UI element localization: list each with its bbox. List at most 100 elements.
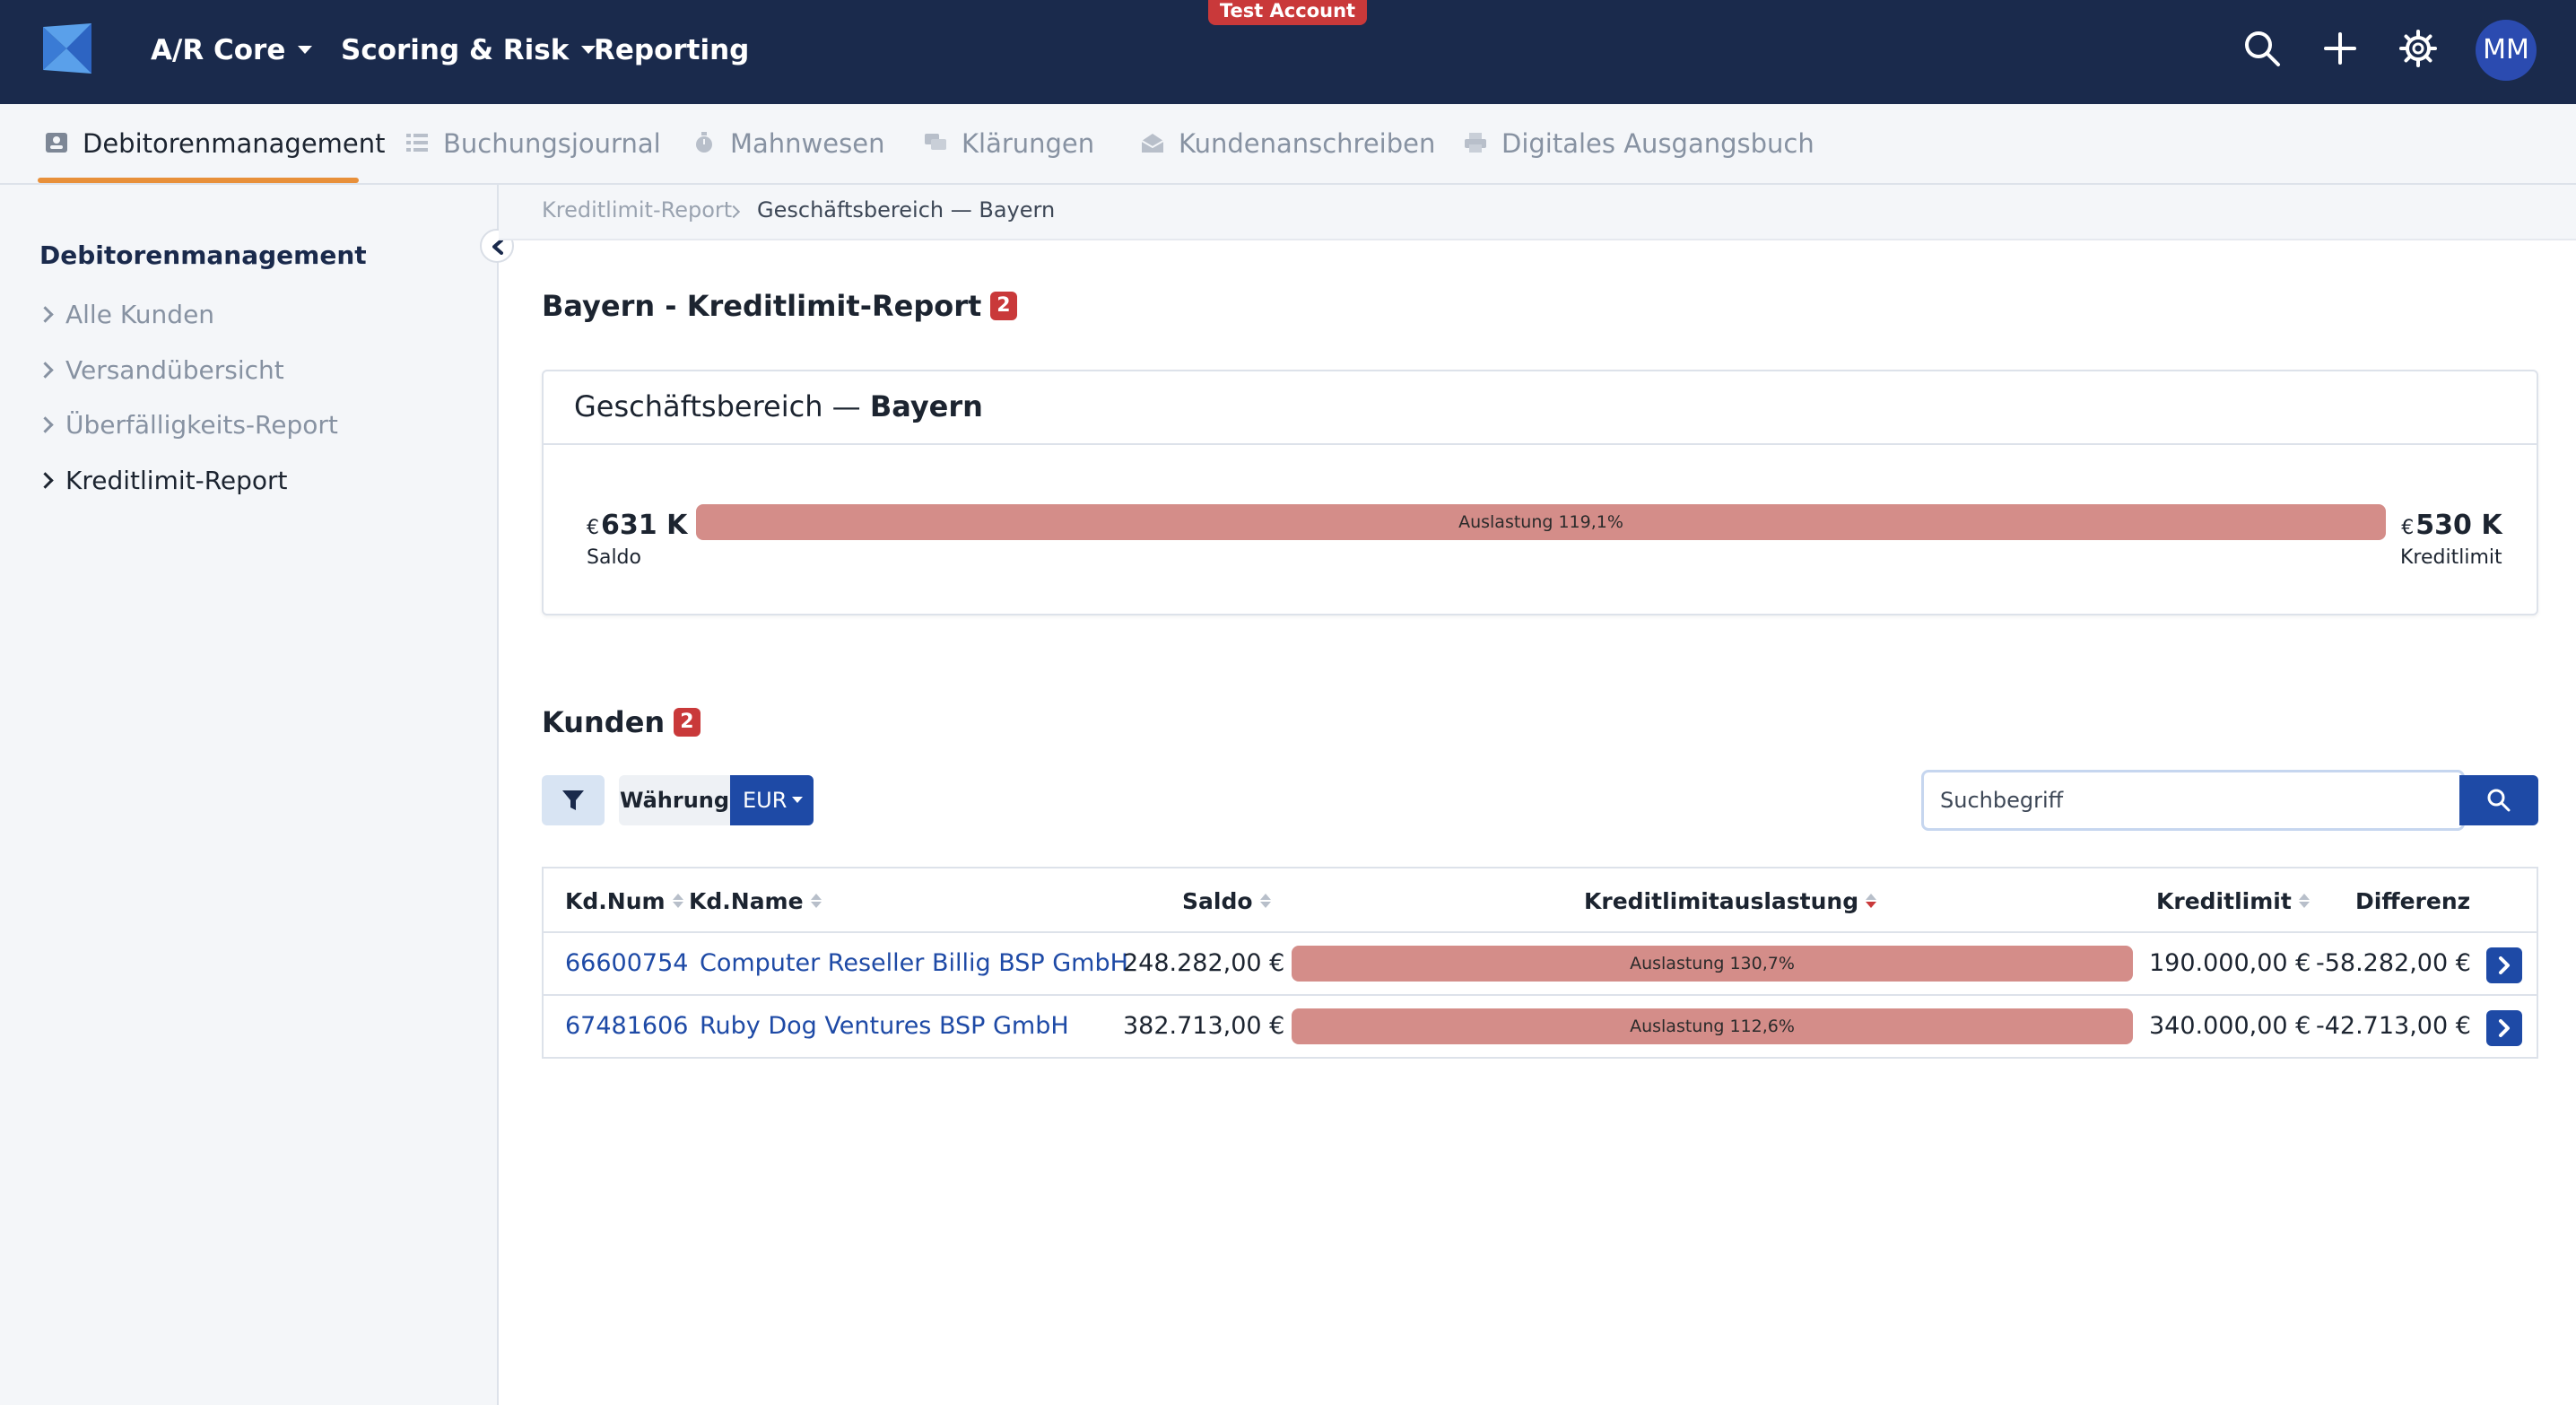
auslastung-bar: Auslastung 130,7% [1292,946,2133,982]
chevron-left-icon [492,239,503,255]
active-tab-indicator [38,178,359,183]
differenz-cell: -58.282,00 € [2316,949,2471,977]
column-header-label: Kreditlimit [2156,888,2292,914]
tab-mahnwesen[interactable]: Mahnwesen [692,126,884,161]
kreditlimit-amount: €530 K [2400,510,2502,541]
auslastung-text: Auslastung 130,7% [1630,954,1795,973]
gear-icon[interactable] [2398,29,2438,68]
kdnum-link[interactable]: 66600754 [565,949,688,977]
chevron-right-icon [37,306,54,323]
search-field [1921,770,2465,831]
tab-digitales-ausgangsbuch[interactable]: Digitales Ausgangsbuch [1464,126,1815,161]
plus-icon[interactable] [2320,29,2360,68]
search-button[interactable] [2459,775,2538,825]
nav-ar-core[interactable]: A/R Core [151,32,313,68]
contact-card-icon [46,133,67,153]
breadcrumb: Kreditlimit-Report Geschäftsbereich — Ba… [499,185,2576,240]
sidebar-item-label: Alle Kunden [65,300,215,329]
column-header-label: Kd.Num [565,888,666,914]
column-header-label: Differenz [2355,888,2471,914]
sidebar-item-kreditlimit-report[interactable]: Kreditlimit-Report [37,466,288,495]
sidebar: Debitorenmanagement Alle Kunden Versandü… [0,185,499,1405]
sidebar-item-label: Versandübersicht [65,355,284,385]
breadcrumb-item-kreditlimit-report[interactable]: Kreditlimit-Report [542,197,732,223]
utilization-bar: Auslastung 119,1% [696,504,2386,540]
app-logo-icon[interactable] [39,22,97,75]
search-icon[interactable] [2242,29,2282,68]
summary-title-prefix: Geschäftsbereich — [574,389,870,423]
kdname-link[interactable]: Ruby Dog Ventures BSP GmbH [700,1012,1069,1040]
row-detail-button[interactable] [2486,947,2522,983]
auslastung-text: Auslastung 112,6% [1630,1017,1795,1036]
saldo-currency: € [587,517,599,539]
sidebar-item-ueberfaelligkeits-report[interactable]: Überfälligkeits-Report [37,410,338,440]
mail-icon [1141,134,1164,153]
breadcrumb-item-current: Geschäftsbereich — Bayern [757,197,1056,223]
summary-card-header: Geschäftsbereich — Bayern [544,371,2537,445]
tab-label: Klärungen [962,128,1095,159]
filter-icon [562,790,584,810]
saldo-value: 631 K [601,510,688,541]
chevron-down-icon [298,46,313,54]
column-header-kdname[interactable]: Kd.Name [689,888,822,914]
saldo-label: Saldo [587,546,641,569]
nav-scoring-risk-label: Scoring & Risk [341,34,570,66]
sort-icon [2298,893,2310,909]
printer-icon [1465,133,1486,153]
sort-desc-icon [1866,893,1877,909]
column-header-kdnum[interactable]: Kd.Num [565,888,683,914]
table-divider [544,994,2537,996]
kreditlimit-value: 530 K [2415,510,2502,541]
summary-card: Geschäftsbereich — Bayern €631 K Saldo A… [542,370,2538,615]
sidebar-item-label: Kreditlimit-Report [65,466,288,495]
chevron-right-icon [2499,956,2510,974]
nav-scoring-risk[interactable]: Scoring & Risk [341,32,596,68]
tab-label: Mahnwesen [730,128,885,159]
tab-label: Digitales Ausgangsbuch [1501,128,1815,159]
user-avatar[interactable]: MM [2476,20,2537,81]
kdname-link[interactable]: Computer Reseller Billig BSP GmbH [700,949,1128,977]
nav-reporting[interactable]: Reporting [594,32,749,68]
count-badge: 2 [674,708,701,737]
column-header-auslastung[interactable]: Kreditlimitauslastung [1584,888,1877,914]
kdnum-link[interactable]: 67481606 [565,1012,688,1040]
filter-button[interactable] [542,775,605,825]
currency-select[interactable]: EUR [730,775,814,825]
utilization-text: Auslastung 119,1% [1458,512,1623,532]
sidebar-title: Debitorenmanagement [39,240,367,270]
auslastung-bar: Auslastung 112,6% [1292,1008,2133,1044]
chevron-right-icon [37,416,54,433]
sidebar-item-alle-kunden[interactable]: Alle Kunden [37,300,215,329]
tab-buchungsjournal[interactable]: Buchungsjournal [405,126,661,161]
tab-label: Kundenanschreiben [1179,128,1436,159]
table-divider [544,931,2537,933]
sort-icon [1259,893,1271,909]
row-detail-button[interactable] [2486,1010,2522,1046]
kreditlimit-cell: 190.000,00 € [2149,949,2311,977]
column-header-kreditlimit[interactable]: Kreditlimit [2156,888,2310,914]
saldo-stat: €631 K Saldo [587,510,687,569]
kreditlimit-label: Kreditlimit [2400,546,2502,569]
saldo-amount: €631 K [587,510,687,541]
sidebar-item-versanduebersicht[interactable]: Versandübersicht [37,355,284,385]
search-input[interactable] [1924,772,2462,828]
column-header-saldo[interactable]: Saldo [1182,888,1271,914]
tab-kundenanschreiben[interactable]: Kundenanschreiben [1141,126,1435,161]
tab-klaerungen[interactable]: Klärungen [924,126,1094,161]
tab-debitorenmanagement[interactable]: Debitorenmanagement [45,126,386,161]
nav-ar-core-label: A/R Core [151,34,286,66]
search-icon [2487,789,2511,812]
test-account-badge: Test Account [1208,0,1367,25]
saldo-cell: 382.713,00 € [1123,1012,1285,1040]
tab-label: Debitorenmanagement [83,128,386,159]
kreditlimit-stat: €530 K Kreditlimit [2400,510,2502,569]
chevron-right-icon [37,472,54,489]
top-navbar: A/R Core Scoring & Risk Reporting Test A… [0,0,2576,104]
summary-card-title: Geschäftsbereich — Bayern [574,389,983,423]
column-header-label: Saldo [1182,888,1253,914]
kunden-table: Kd.Num Kd.Name Saldo Kreditlimitauslastu… [542,867,2538,1059]
kunden-title-text: Kunden [542,705,666,739]
stopwatch-icon [696,132,712,153]
list-icon [406,134,428,152]
saldo-cell: 248.282,00 € [1123,949,1285,977]
